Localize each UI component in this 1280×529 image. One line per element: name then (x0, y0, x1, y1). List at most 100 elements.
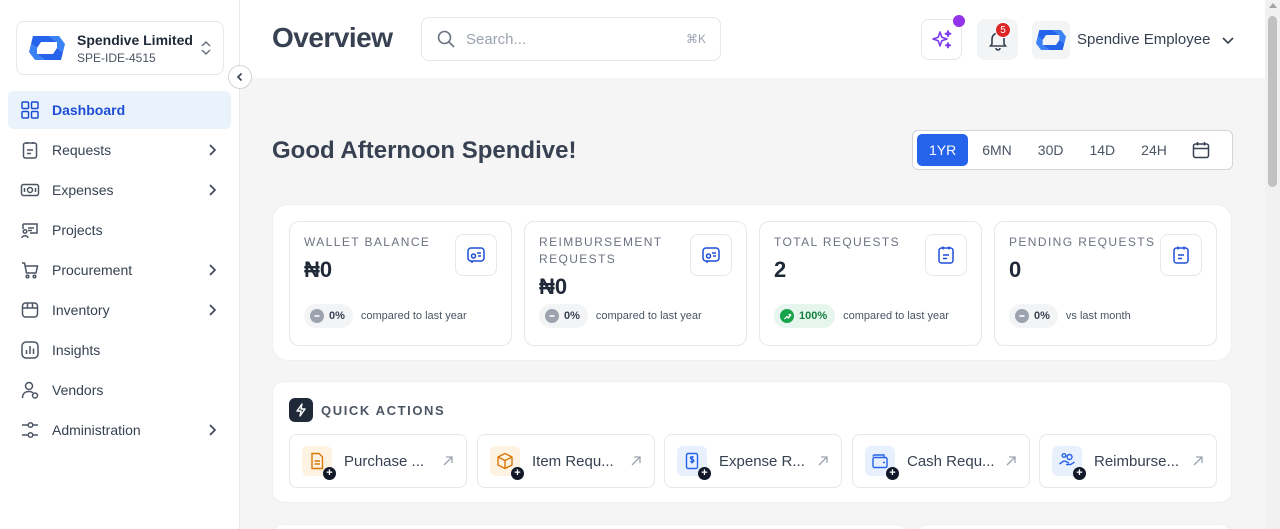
stat-label: WALLET BALANCE (304, 235, 431, 249)
sidebar-item-label: Procurement (52, 262, 133, 278)
quick-actions-panel: QUICK ACTIONS + Purchase ... + Item Requ… (272, 381, 1232, 503)
quick-actions-header: QUICK ACTIONS (289, 398, 445, 422)
change-pill: 0% (1009, 304, 1058, 328)
spendive-logo-icon (1036, 29, 1066, 50)
hand-coins-icon: + (1052, 446, 1086, 480)
stat-card-total-requests[interactable]: TOTAL REQUESTS 2 100% compared to last y… (759, 221, 982, 346)
org-switcher[interactable]: Spendive Limited SPE-IDE-4515 (16, 21, 224, 75)
calendar-icon[interactable] (1191, 140, 1211, 160)
stat-card-wallet-balance[interactable]: WALLET BALANCE ₦0 0% compared to last ye… (289, 221, 512, 346)
quick-action-label: Expense R... (719, 452, 805, 470)
plus-icon: + (511, 467, 524, 480)
sidebar-item-vendors[interactable]: Vendors (8, 371, 231, 409)
range-30d[interactable]: 30D (1026, 134, 1076, 166)
sidebar-item-label: Inventory (52, 302, 110, 318)
chevron-right-icon (209, 264, 217, 276)
range-14d[interactable]: 14D (1077, 134, 1127, 166)
sparkles-icon (931, 29, 951, 48)
search-box[interactable]: ⌘K (421, 17, 721, 61)
change-value: 0% (329, 310, 345, 322)
ai-status-dot (953, 15, 965, 27)
arrow-up-right-icon (631, 456, 641, 466)
wallet-icon (467, 247, 485, 263)
box-icon: + (490, 446, 524, 480)
org-name: Spendive Limited (77, 31, 193, 48)
sidebar-item-procurement[interactable]: Procurement (8, 251, 231, 289)
compare-text: compared to last year (595, 310, 702, 322)
quick-action-cash-request[interactable]: + Cash Requ... (852, 434, 1030, 488)
quick-action-purchase[interactable]: + Purchase ... (289, 434, 467, 488)
stats-panel: WALLET BALANCE ₦0 0% compared to last ye… (272, 204, 1232, 361)
quick-action-label: Item Requ... (532, 452, 614, 470)
wallet-icon (702, 247, 720, 263)
stat-icon-box (455, 234, 497, 276)
clipboard-icon (938, 246, 954, 264)
sidebar-item-administration[interactable]: Administration (8, 411, 231, 449)
stat-card-pending-requests[interactable]: PENDING REQUESTS 0 0% vs last month (994, 221, 1217, 346)
sidebar-item-requests[interactable]: Requests (8, 131, 231, 169)
sidebar-item-label: Vendors (52, 382, 104, 398)
sidebar-collapse-button[interactable] (228, 65, 252, 89)
quick-action-expense-report[interactable]: + Expense R... (664, 434, 842, 488)
user-name: Spendive Employee (1077, 31, 1211, 48)
grid-icon (21, 101, 39, 119)
page-scrollbar[interactable] (1265, 0, 1280, 529)
arrow-up-right-icon (443, 456, 453, 466)
notifications-count-badge: 5 (995, 22, 1011, 38)
compare-text: compared to last year (843, 310, 949, 322)
change-pill: 0% (304, 304, 353, 328)
change-pill: 100% (774, 304, 836, 328)
quick-action-label: Cash Requ... (907, 452, 995, 470)
stat-comparison: 100% compared to last year (774, 304, 949, 328)
change-value: 100% (799, 310, 828, 322)
stat-card-reimbursement-requests[interactable]: REIMBURSEMENT REQUESTS ₦0 0% compared to… (524, 221, 747, 346)
stat-label: PENDING REQUESTS (1009, 235, 1156, 249)
chevron-right-icon (209, 144, 217, 156)
avatar (1032, 20, 1070, 59)
wallet-icon: + (865, 446, 899, 480)
user-menu[interactable]: Spendive Employee (1032, 19, 1236, 60)
quick-action-label: Purchase ... (344, 452, 425, 470)
time-range-selector: 1YR 6MN 30D 14D 24H (912, 130, 1233, 170)
clipboard-icon (22, 142, 38, 159)
neutral-trend-icon (310, 309, 324, 323)
scroll-up-arrow-icon[interactable] (1269, 3, 1277, 8)
topbar: Overview ⌘K 5 Spendive Employee (240, 0, 1265, 78)
range-24h[interactable]: 24H (1129, 134, 1179, 166)
chart-icon (21, 341, 39, 359)
quick-action-reimbursement[interactable]: + Reimburse... (1039, 434, 1217, 488)
spendive-logo-icon (29, 36, 65, 60)
dashboard-card (916, 524, 1232, 529)
range-6mn[interactable]: 6MN (970, 134, 1024, 166)
chevron-up-down-icon (201, 40, 211, 56)
quick-action-item-request[interactable]: + Item Requ... (477, 434, 655, 488)
compare-text: vs last month (1065, 310, 1131, 322)
main-content: Good Afternoon Spendive! 1YR 6MN 30D 14D… (240, 78, 1265, 529)
dashboard-card (272, 524, 908, 529)
search-input[interactable] (466, 30, 686, 48)
user-icon (21, 381, 39, 399)
arrow-up-right-icon (1006, 456, 1016, 466)
sidebar-item-expenses[interactable]: Expenses (8, 171, 231, 209)
search-shortcut: ⌘K (685, 32, 706, 46)
sidebar-item-label: Requests (52, 142, 112, 158)
chevron-left-icon (236, 72, 243, 82)
sidebar-item-projects[interactable]: Projects (8, 211, 231, 249)
page-title: Overview (272, 22, 393, 53)
package-icon (21, 302, 39, 318)
scrollbar-thumb[interactable] (1268, 16, 1277, 187)
trend-up-icon (780, 309, 794, 323)
sidebar-item-insights[interactable]: Insights (8, 331, 231, 369)
settings-sliders-icon (22, 421, 38, 439)
chevron-right-icon (209, 304, 217, 316)
plus-icon: + (1073, 467, 1086, 480)
sidebar-item-dashboard[interactable]: Dashboard (8, 91, 231, 129)
neutral-trend-icon (545, 309, 559, 323)
plus-icon: + (886, 467, 899, 480)
change-pill: 0% (539, 304, 588, 328)
range-1yr[interactable]: 1YR (917, 134, 969, 166)
quick-action-label: Reimburse... (1094, 452, 1180, 470)
greeting: Good Afternoon Spendive! (272, 137, 577, 164)
sidebar-item-inventory[interactable]: Inventory (8, 291, 231, 329)
stat-value: ₦0 (539, 274, 568, 299)
